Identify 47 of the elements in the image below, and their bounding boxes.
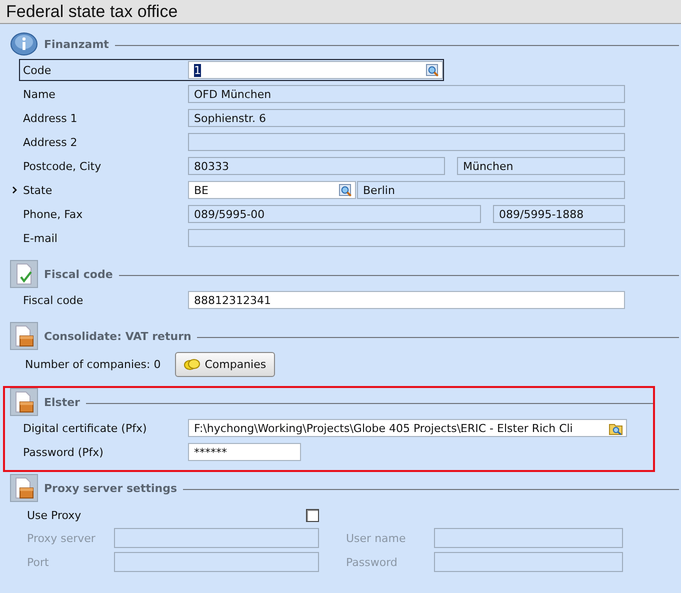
input-field[interactable]: 1 (188, 61, 443, 79)
field-label: Port (26, 556, 50, 568)
field-label: Password (346, 556, 398, 568)
companies-button[interactable]: Companies (174, 352, 276, 376)
section-title: Proxy server settings (44, 482, 178, 494)
field-label: Address 2 (22, 136, 78, 148)
document-box-icon (10, 388, 38, 416)
field-label: Postcode, City (22, 160, 102, 172)
info-icon (10, 32, 38, 56)
field-label: Code (22, 64, 52, 76)
input-field[interactable]: München (457, 157, 625, 175)
search-icon[interactable] (426, 64, 439, 76)
input-field[interactable]: F:\hychong\Working\Projects\Globe 405 Projects\ERIC - Elster Rich Cli (188, 419, 627, 437)
input-field[interactable]: 88812312341 (188, 291, 625, 309)
checkbox-label: Use Proxy (26, 508, 82, 522)
coins-icon (184, 358, 200, 370)
field-label: Name (22, 88, 56, 100)
section-title: Finanzamt (44, 38, 109, 50)
window-title: Federal state tax office (6, 2, 178, 22)
field-label: Digital certificate (Pfx) (22, 422, 148, 434)
field-label: Fiscal code (22, 294, 84, 306)
field-label: Proxy server (26, 532, 96, 544)
field-label: E-mail (22, 232, 58, 244)
document-check-icon (10, 260, 38, 288)
field-label: Password (Pfx) (22, 446, 104, 458)
field-label: Phone, Fax (22, 208, 84, 220)
document-box-icon (10, 322, 38, 350)
input-field[interactable]: OFD München (188, 85, 625, 103)
input-field[interactable]: 089/5995-00 (188, 205, 481, 223)
input-field[interactable]: BE (188, 181, 356, 199)
document-box-icon (10, 474, 38, 502)
input-field[interactable]: 80333 (188, 157, 445, 175)
input-field[interactable] (188, 133, 625, 151)
section-title: Elster (44, 396, 80, 408)
field-label: Address 1 (22, 112, 78, 124)
input-field[interactable]: ****** (188, 443, 301, 461)
input-field[interactable]: 089/5995-1888 (493, 205, 625, 223)
field-label: State (22, 184, 54, 196)
section-title: Fiscal code (44, 268, 113, 280)
section-title: Consolidate: VAT return (44, 330, 192, 342)
field-label: User name (346, 532, 407, 544)
companies-count: Number of companies: 0 (25, 358, 161, 370)
input-field[interactable]: Berlin (357, 181, 625, 199)
input-field[interactable] (188, 229, 625, 247)
folder-search-icon[interactable] (609, 422, 623, 434)
input-field[interactable]: Sophienstr. 6 (188, 109, 625, 127)
search-icon[interactable] (339, 184, 352, 196)
